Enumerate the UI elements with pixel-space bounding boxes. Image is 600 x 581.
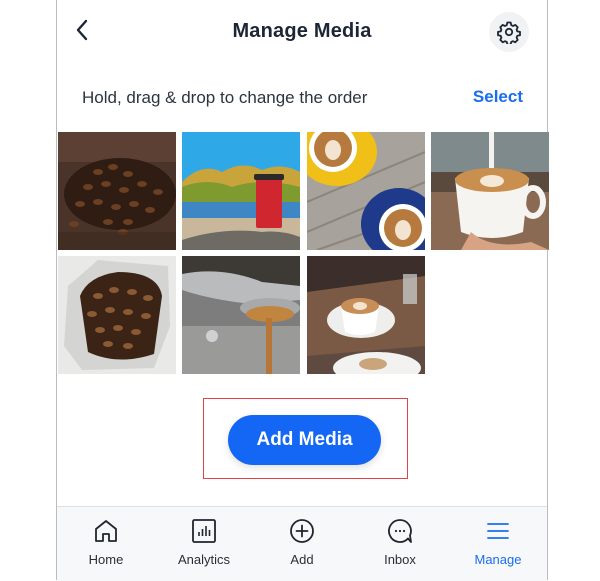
media-item[interactable] (431, 132, 549, 250)
plus-circle-icon (290, 519, 314, 543)
media-item[interactable] (182, 256, 300, 374)
analytics-icon (192, 519, 216, 543)
tab-add[interactable]: Add (253, 507, 351, 581)
media-item[interactable] (307, 132, 425, 250)
page-title: Manage Media (232, 20, 372, 42)
add-media-button[interactable]: Add Media (228, 415, 381, 465)
instructions-row: Hold, drag & drop to change the order Se… (82, 86, 523, 110)
gear-icon (497, 21, 521, 44)
tab-label: Inbox (384, 552, 416, 567)
media-thumbnail-bean-bag (58, 256, 176, 374)
media-item[interactable] (307, 256, 425, 374)
tab-label: Add (290, 552, 314, 567)
tab-label: Analytics (177, 552, 231, 567)
reorder-hint: Hold, drag & drop to change the order (82, 88, 368, 107)
media-item[interactable] (58, 132, 176, 250)
media-thumbnail-latte-pour (431, 132, 549, 250)
media-thumbnail-coffee-beans (58, 132, 176, 250)
tab-label: Home (88, 552, 124, 567)
add-media-highlight: Add Media (203, 398, 408, 479)
tab-inbox[interactable]: Inbox (351, 507, 449, 581)
media-thumbnail-espresso (182, 256, 300, 374)
settings-button[interactable] (489, 12, 529, 52)
menu-icon (487, 523, 509, 539)
media-thumbnail-two-lattes (307, 132, 425, 250)
app-screen: Manage Media Hold, drag & drop to change… (56, 0, 549, 581)
header: Manage Media (57, 0, 547, 64)
home-icon (95, 520, 117, 542)
media-item[interactable] (182, 132, 300, 250)
tab-analytics[interactable]: Analytics (155, 507, 253, 581)
select-button[interactable]: Select (473, 87, 523, 107)
media-thumbnail-latte-table (307, 256, 425, 374)
chat-bubble-icon (388, 519, 412, 543)
tab-label: Manage (474, 552, 522, 567)
tab-home[interactable]: Home (57, 507, 155, 581)
media-thumbnail-thank-you-cup (182, 132, 300, 250)
tab-manage[interactable]: Manage (449, 507, 547, 581)
bottom-tab-bar: Home Analytics Add Inbox Manage (57, 506, 547, 581)
media-item[interactable] (58, 256, 176, 374)
